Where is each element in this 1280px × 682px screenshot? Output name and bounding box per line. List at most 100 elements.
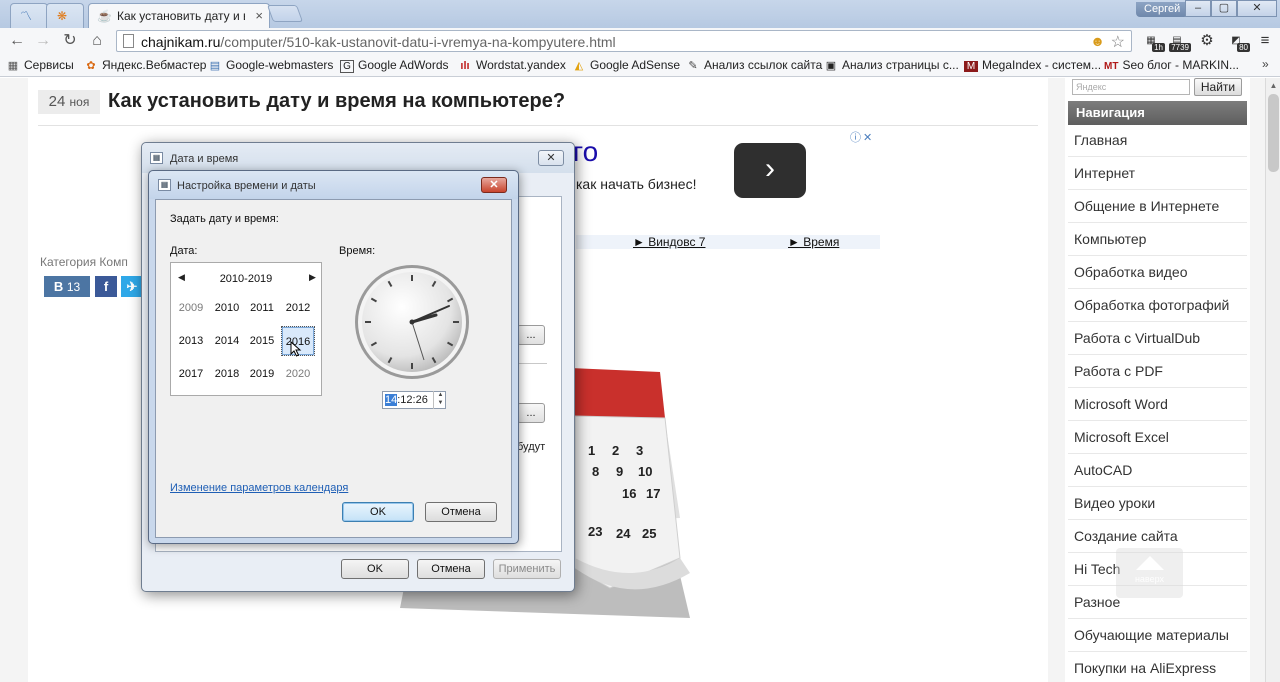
calendar-picker[interactable]: 2010-2019 ◀ ▶ 2009 2010 2011 2012 2013 2… — [170, 262, 322, 396]
yandex-webmaster-icon: ✿ — [86, 60, 96, 72]
nav-item-video-lessons[interactable]: Видео уроки — [1068, 488, 1247, 520]
nav-item-photo-processing[interactable]: Обработка фотографий — [1068, 290, 1247, 322]
vk-share-button[interactable]: В 13 — [44, 276, 90, 297]
calendar-range-header[interactable]: 2010-2019 — [171, 273, 321, 285]
back-arrow-icon[interactable]: ← — [6, 31, 28, 51]
nav-item-communication[interactable]: Общение в Интернете — [1068, 191, 1247, 223]
ad-link-time[interactable]: ► Время — [788, 235, 839, 249]
bookmark-page-analysis[interactable]: ▣ Анализ страницы с... — [824, 58, 959, 72]
search-button[interactable]: Найти — [1194, 78, 1242, 96]
tab-analytics[interactable]: 〽 — [10, 3, 48, 28]
year-cell[interactable]: 2014 — [210, 326, 244, 356]
nav-item-tutorials[interactable]: Обучающие материалы — [1068, 620, 1247, 652]
year-cell[interactable]: 2009 — [174, 293, 208, 323]
prev-decade-arrow-icon[interactable]: ◀ — [178, 272, 185, 283]
bookmark-google-adwords[interactable]: G Google AdWords — [340, 58, 449, 73]
nav-item-aliexpress[interactable]: Покупки на AliExpress — [1068, 653, 1247, 682]
bookmark-google-adsense[interactable]: ◭ Google AdSense — [572, 58, 680, 72]
close-tab-icon[interactable]: × — [255, 8, 263, 23]
extension-face-icon[interactable]: ☻ — [1090, 33, 1105, 49]
year-cell[interactable]: 2020 — [281, 359, 315, 389]
year-cell[interactable]: 2010 — [210, 293, 244, 323]
change-timezone-button[interactable]: ... — [517, 403, 545, 423]
nav-item-autocad[interactable]: AutoCAD — [1068, 455, 1247, 487]
apps-grid-icon: ▦ — [7, 60, 19, 72]
nav-item-computer[interactable]: Компьютер — [1068, 224, 1247, 256]
spin-down-icon[interactable]: ▼ — [434, 399, 447, 407]
minimize-button[interactable]: – — [1185, 0, 1211, 17]
year-cell[interactable]: 2015 — [245, 326, 279, 356]
set-date-time-dialog: ▦ Настройка времени и даты ✕ Задать дату… — [148, 170, 519, 544]
bookmark-link-analysis[interactable]: ✎ Анализ ссылок сайта — [686, 58, 822, 72]
scroll-up-arrow-icon[interactable]: ▲ — [1266, 78, 1280, 93]
menu-icon[interactable]: ≡ — [1254, 31, 1276, 51]
bookmark-yandex-webmaster[interactable]: ✿ Яндекс.Вебмастер — [84, 58, 206, 72]
page-scrollbar[interactable]: ▲ — [1265, 78, 1280, 682]
tab-active-article[interactable]: ☕ Как установить дату и вр × — [88, 3, 270, 28]
close-window-button[interactable]: ✕ — [1237, 0, 1277, 17]
reload-icon[interactable]: ↻ — [59, 31, 81, 51]
year-cell[interactable]: 2019 — [245, 359, 279, 389]
ok-button[interactable]: OK — [342, 502, 414, 522]
nav-item-pdf[interactable]: Работа с PDF — [1068, 356, 1247, 388]
apply-button[interactable]: Применить — [493, 559, 561, 579]
scroll-thumb[interactable] — [1268, 94, 1279, 172]
divider — [517, 363, 547, 364]
analytics-icon: 〽 — [19, 9, 32, 23]
search-input[interactable]: Яндекс — [1072, 79, 1190, 95]
twitter-share-icon[interactable]: ✈ — [121, 276, 143, 297]
outer-cancel-button[interactable]: Отмена — [417, 559, 485, 579]
bookmark-google-webmasters[interactable]: ▤ Google-webmasters — [208, 58, 334, 72]
ad-info-close-icon[interactable]: ⓘ✕ — [850, 129, 874, 145]
address-bar[interactable]: chajnikam.ru/computer/510-kak-ustanovit-… — [116, 30, 1132, 52]
nav-item-word[interactable]: Microsoft Word — [1068, 389, 1247, 421]
ext-80-icon[interactable]: ◩ 80 — [1225, 31, 1250, 52]
year-cell[interactable]: 2011 — [245, 293, 279, 323]
bookmark-wordstat[interactable]: ılı Wordstat.yandex — [458, 58, 565, 72]
change-date-time-button[interactable]: ... — [517, 325, 545, 345]
forward-arrow-icon[interactable]: → — [32, 31, 54, 51]
home-icon[interactable]: ⌂ — [86, 31, 108, 51]
nav-item-virtualdub[interactable]: Работа с VirtualDub — [1068, 323, 1247, 355]
ext-1h-icon[interactable]: ▦ 1h — [1140, 31, 1165, 52]
analog-clock — [355, 265, 469, 379]
year-cell[interactable]: 2012 — [281, 293, 315, 323]
next-decade-arrow-icon[interactable]: ▶ — [309, 272, 316, 283]
bookmark-megaindex[interactable]: M MegaIndex - систем... — [964, 58, 1101, 72]
ad-headline: го — [573, 136, 599, 167]
new-tab-button[interactable] — [266, 5, 304, 22]
close-dialog-button[interactable]: ✕ — [538, 150, 564, 166]
maximize-button[interactable]: ▢ — [1211, 0, 1237, 17]
time-spinner[interactable]: ▲ ▼ — [433, 391, 447, 409]
outer-ok-button[interactable]: OK — [341, 559, 409, 579]
gear-icon[interactable]: ⚙ — [1196, 31, 1218, 51]
facebook-share-icon[interactable]: f — [95, 276, 117, 297]
yandex-metrika-icon: ❋ — [56, 9, 68, 23]
ad-link-windows7[interactable]: ► Виндовс 7 — [633, 235, 705, 249]
svg-text:25: 25 — [642, 526, 656, 541]
close-dialog-button[interactable]: ✕ — [481, 177, 507, 193]
ad-arrow-button[interactable]: › — [734, 143, 806, 198]
bookmark-seo-blog[interactable]: MT Seo блог - MARKIN... — [1104, 58, 1239, 72]
year-cell[interactable]: 2018 — [210, 359, 244, 389]
year-cell[interactable]: 2013 — [174, 326, 208, 356]
tab-yandex-metrika[interactable]: ❋ — [46, 3, 84, 28]
nav-item-excel[interactable]: Microsoft Excel — [1068, 422, 1247, 454]
cancel-button[interactable]: Отмена — [425, 502, 497, 522]
profile-badge[interactable]: Сергей — [1136, 2, 1189, 17]
adwords-icon: G — [340, 60, 354, 73]
svg-text:9: 9 — [616, 464, 623, 479]
nav-item-video-processing[interactable]: Обработка видео — [1068, 257, 1247, 289]
nav-item-internet[interactable]: Интернет — [1068, 158, 1247, 190]
google-webmasters-icon: ▤ — [209, 60, 221, 72]
bookmarks-overflow-button[interactable]: » — [1262, 57, 1269, 71]
year-cell[interactable]: 2017 — [174, 359, 208, 389]
nav-item-home[interactable]: Главная — [1068, 125, 1247, 157]
bookmark-services[interactable]: ▦ Сервисы — [6, 58, 74, 72]
spin-up-icon[interactable]: ▲ — [434, 391, 447, 399]
bookmark-star-icon[interactable]: ☆ — [1111, 32, 1125, 52]
ext-counter-icon[interactable]: ▤ 7739 — [1166, 31, 1191, 52]
calendar-settings-link[interactable]: Изменение параметров календаря — [170, 482, 348, 494]
back-to-top-button[interactable]: наверх — [1116, 548, 1183, 598]
page-title: Как установить дату и время на компьютер… — [108, 90, 566, 112]
